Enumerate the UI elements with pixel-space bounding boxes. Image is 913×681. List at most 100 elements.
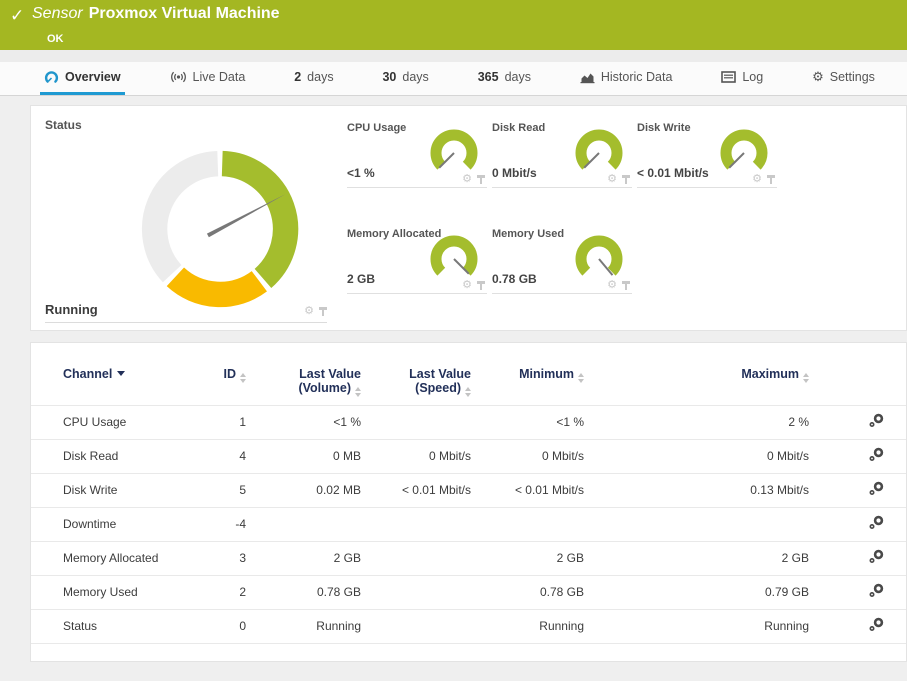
table-row[interactable]: Status 0 Running Running Running — [31, 609, 906, 643]
table-row[interactable]: Memory Used 2 0.78 GB 0.78 GB 0.79 GB — [31, 575, 906, 609]
cell-minimum: 0.78 GB — [471, 585, 584, 599]
cell-id: 1 — [161, 415, 246, 429]
gauge-label: Memory Allocated — [347, 228, 441, 240]
tab-365-days[interactable]: 365 days — [474, 62, 535, 95]
cell-maximum: 2 GB — [584, 551, 809, 565]
gauge-card-memory-allocated: Memory Allocated 2 GB ⚙ — [347, 224, 487, 294]
tab-historic-data-label: Historic Data — [601, 70, 673, 84]
cell-last-value-volume: Running — [246, 619, 361, 633]
edit-channel-icon[interactable] — [868, 617, 884, 635]
cell-minimum: 2 GB — [471, 551, 584, 565]
edit-channel-icon[interactable] — [868, 583, 884, 601]
column-header-channel[interactable]: Channel — [31, 367, 161, 381]
tab-overview[interactable]: Overview — [40, 62, 125, 95]
sensor-banner: ✓ SensorProxmox Virtual Machine OK — [0, 0, 907, 50]
log-icon — [721, 71, 736, 83]
gauge-card-cpu-usage: CPU Usage <1 % ⚙ — [347, 118, 487, 188]
mini-gauge — [574, 127, 624, 177]
mini-gauge — [719, 127, 769, 177]
cell-id: 5 — [161, 483, 246, 497]
table-row[interactable]: Memory Allocated 3 2 GB 2 GB 2 GB — [31, 541, 906, 575]
tab-365-days-number: 365 — [478, 70, 499, 84]
table-row[interactable]: Disk Read 4 0 MB 0 Mbit/s 0 Mbit/s 0 Mbi… — [31, 439, 906, 473]
pin-icon[interactable] — [477, 175, 485, 184]
gauge-settings-icon[interactable]: ⚙ — [462, 280, 472, 291]
ok-check-icon: ✓ — [10, 6, 24, 26]
edit-channel-icon[interactable] — [868, 549, 884, 567]
column-header-id[interactable]: ID — [161, 367, 246, 383]
cell-maximum: 0 Mbit/s — [584, 449, 809, 463]
tab-2-days[interactable]: 2 days — [290, 62, 337, 95]
pin-icon[interactable] — [477, 281, 485, 290]
sensor-type-label: Sensor — [32, 5, 83, 22]
gauge-settings-icon[interactable]: ⚙ — [607, 280, 617, 291]
gauge-value: <1 % — [347, 166, 375, 180]
cell-channel: Memory Used — [31, 585, 161, 599]
cell-id: 4 — [161, 449, 246, 463]
cell-channel: CPU Usage — [31, 415, 161, 429]
edit-channel-icon[interactable] — [868, 447, 884, 465]
gauge-value: 0.78 GB — [492, 272, 537, 286]
status-value: Running — [45, 302, 98, 317]
gauge-settings-icon[interactable]: ⚙ — [607, 174, 617, 185]
pin-icon[interactable] — [319, 307, 327, 316]
edit-channel-icon[interactable] — [868, 515, 884, 533]
gauge-settings-icon[interactable]: ⚙ — [462, 174, 472, 185]
edit-channel-icon[interactable] — [868, 413, 884, 431]
table-row[interactable]: CPU Usage 1 <1 % <1 % 2 % — [31, 405, 906, 439]
gauge-label: Memory Used — [492, 228, 564, 240]
table-row[interactable]: Downtime -4 — [31, 507, 906, 541]
status-gauge-card: Status Running ⚙ — [45, 118, 333, 323]
mini-gauge — [429, 233, 479, 283]
tab-log[interactable]: Log — [717, 62, 767, 95]
column-header-last-value-speed[interactable]: Last Value(Speed) — [361, 367, 471, 397]
cell-id: -4 — [161, 517, 246, 531]
tab-bar: Overview Live Data 2 days 30 days 365 da… — [0, 62, 907, 96]
tab-settings[interactable]: ⚙ Settings — [808, 62, 879, 95]
cell-channel: Disk Write — [31, 483, 161, 497]
pin-icon[interactable] — [767, 175, 775, 184]
gauge-card-disk-write: Disk Write < 0.01 Mbit/s ⚙ — [637, 118, 777, 188]
tab-2-days-number: 2 — [294, 70, 301, 84]
cell-last-value-volume: 0.78 GB — [246, 585, 361, 599]
cell-maximum: 0.13 Mbit/s — [584, 483, 809, 497]
sensor-name: Proxmox Virtual Machine — [89, 5, 280, 22]
tab-live-data[interactable]: Live Data — [166, 62, 250, 95]
tab-historic-data[interactable]: Historic Data — [576, 62, 677, 95]
tab-live-data-label: Live Data — [193, 70, 246, 84]
gauge-value: < 0.01 Mbit/s — [637, 166, 709, 180]
sort-icon — [465, 387, 471, 397]
mini-gauge — [574, 233, 624, 283]
gauge-label: CPU Usage — [347, 122, 406, 134]
edit-channel-icon[interactable] — [868, 481, 884, 499]
gauge-card-memory-used: Memory Used 0.78 GB ⚙ — [492, 224, 632, 294]
mini-gauge-grid: CPU Usage <1 % ⚙ Disk Read 0 Mbit/s — [333, 118, 906, 330]
column-header-last-value-volume[interactable]: Last Value(Volume) — [246, 367, 361, 397]
table-header-row: Channel ID Last Value(Volume) Last Value… — [31, 367, 906, 405]
content-area: Status Running ⚙ CPU Usage — [0, 96, 907, 662]
gauge-value: 2 GB — [347, 272, 375, 286]
cell-id: 0 — [161, 619, 246, 633]
pin-icon[interactable] — [622, 281, 630, 290]
banner-gap — [0, 50, 907, 62]
column-header-maximum[interactable]: Maximum — [584, 367, 809, 383]
table-row[interactable]: Disk Write 5 0.02 MB < 0.01 Mbit/s < 0.0… — [31, 473, 906, 507]
gauge-settings-icon[interactable]: ⚙ — [752, 174, 762, 185]
tab-30-days[interactable]: 30 days — [378, 62, 432, 95]
cell-channel: Disk Read — [31, 449, 161, 463]
tab-30-days-number: 30 — [382, 70, 396, 84]
cell-last-value-speed: < 0.01 Mbit/s — [361, 483, 471, 497]
tab-overview-label: Overview — [65, 70, 121, 84]
cell-minimum: < 0.01 Mbit/s — [471, 483, 584, 497]
table-bottom-divider — [31, 643, 906, 644]
gauge-settings-icon[interactable]: ⚙ — [304, 306, 314, 317]
cell-last-value-volume: <1 % — [246, 415, 361, 429]
cell-id: 2 — [161, 585, 246, 599]
cell-channel: Status — [31, 619, 161, 633]
cell-last-value-speed: 0 Mbit/s — [361, 449, 471, 463]
pin-icon[interactable] — [622, 175, 630, 184]
prtg-sensor-page: ✓ SensorProxmox Virtual Machine OK Overv… — [0, 0, 907, 681]
column-header-minimum[interactable]: Minimum — [471, 367, 584, 383]
status-donut-gauge — [137, 146, 303, 312]
tab-2-days-word: days — [307, 70, 333, 84]
